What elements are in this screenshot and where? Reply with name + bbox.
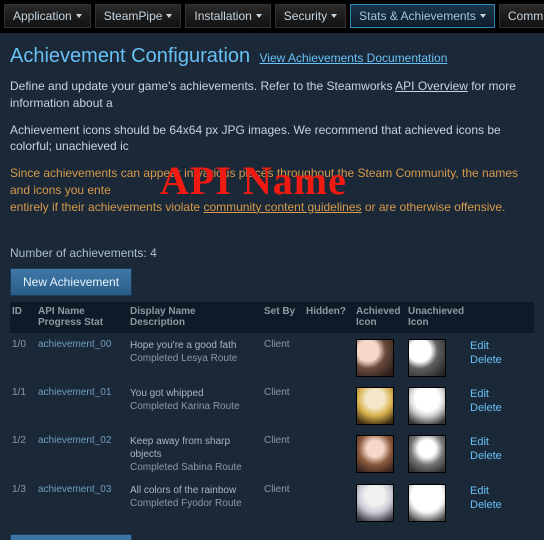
cell-setby: Client	[264, 339, 302, 350]
tab-label: Application	[13, 9, 72, 23]
caret-down-icon	[256, 14, 262, 18]
tab-stats-achievements[interactable]: Stats & Achievements	[350, 4, 495, 28]
description: Completed Lesya Route	[130, 353, 237, 364]
caret-down-icon	[76, 14, 82, 18]
table-header: ID API Name Progress Stat Display Name D…	[10, 302, 534, 333]
cell-display: All colors of the rainbow Completed Fyod…	[130, 484, 260, 510]
table-row: 1/3 achievement_03 All colors of the rai…	[10, 478, 534, 526]
edit-link[interactable]: Edit	[470, 484, 518, 498]
cell-actions: Edit Delete	[470, 387, 518, 416]
intro-paragraph-1: Define and update your game's achievemen…	[10, 78, 534, 112]
cell-actions: Edit Delete	[470, 339, 518, 368]
display-name: All colors of the rainbow	[130, 485, 236, 496]
top-tabs: Application SteamPipe Installation Secur…	[0, 0, 544, 33]
cell-api-name: achievement_00	[38, 339, 126, 350]
cell-setby: Client	[264, 484, 302, 495]
count-label: Number of achievements:	[10, 246, 150, 260]
caret-down-icon	[331, 14, 337, 18]
tab-label: SteamPipe	[104, 9, 163, 23]
display-name: You got whipped	[130, 388, 204, 399]
achieved-icon	[356, 339, 394, 377]
cell-actions: Edit Delete	[470, 484, 518, 513]
api-overview-link[interactable]: API Overview	[395, 79, 468, 93]
table-row: 1/0 achievement_00 Hope you're a good fa…	[10, 333, 534, 381]
tab-community[interactable]: Community	[499, 4, 544, 28]
title-row: Achievement Configuration View Achieveme…	[10, 45, 534, 68]
table-row: 1/2 achievement_02 Keep away from sharp …	[10, 429, 534, 478]
unachieved-icon	[408, 339, 446, 377]
display-name: Hope you're a good fath	[130, 340, 236, 351]
new-achievement-button-bottom[interactable]: New Achievement	[10, 534, 132, 540]
cell-id: 1/0	[12, 339, 34, 350]
table-row: 1/1 achievement_01 You got whipped Compl…	[10, 381, 534, 429]
caret-down-icon	[166, 14, 172, 18]
cell-id: 1/3	[12, 484, 34, 495]
description: Completed Sabina Route	[130, 462, 242, 473]
warning-paragraph: Since achievements can appear in various…	[10, 165, 534, 215]
achieved-icon	[356, 435, 394, 473]
tab-application[interactable]: Application	[4, 4, 91, 28]
tab-security[interactable]: Security	[275, 4, 346, 28]
unachieved-icon	[408, 484, 446, 522]
tab-label: Community	[508, 9, 544, 23]
description: Completed Fyodor Route	[130, 498, 242, 509]
achievement-count: Number of achievements: 4	[10, 246, 534, 260]
caret-down-icon	[480, 14, 486, 18]
page-title: Achievement Configuration	[10, 45, 250, 67]
tab-label: Installation	[194, 9, 251, 23]
community-guidelines-link[interactable]: community content guidelines	[203, 200, 361, 214]
cell-setby: Client	[264, 387, 302, 398]
edit-link[interactable]: Edit	[470, 435, 518, 449]
count-value: 4	[150, 246, 157, 260]
achieved-icon	[356, 387, 394, 425]
edit-link[interactable]: Edit	[470, 339, 518, 353]
tab-installation[interactable]: Installation	[185, 4, 270, 28]
cell-id: 1/1	[12, 387, 34, 398]
unachieved-icon	[408, 435, 446, 473]
unachieved-icon	[408, 387, 446, 425]
col-unachieved-icon: Unachieved Icon	[408, 306, 466, 329]
text: entirely if their achievements violate	[10, 200, 203, 214]
col-display: Display Name Description	[130, 306, 260, 329]
tab-label: Stats & Achievements	[359, 9, 476, 23]
col-id: ID	[12, 306, 34, 318]
new-achievement-button-top[interactable]: New Achievement	[10, 268, 132, 296]
intro-paragraph-2: Achievement icons should be 64x64 px JPG…	[10, 122, 534, 156]
text: Since achievements can appear in various…	[10, 166, 518, 197]
cell-api-name: achievement_01	[38, 387, 126, 398]
cell-display: Keep away from sharp objects Completed S…	[130, 435, 260, 474]
content-area: Achievement Configuration View Achieveme…	[0, 33, 544, 540]
description: Completed Karina Route	[130, 401, 240, 412]
view-docs-link[interactable]: View Achievements Documentation	[259, 51, 447, 65]
tab-label: Security	[284, 9, 327, 23]
cell-display: You got whipped Completed Karina Route	[130, 387, 260, 413]
col-hidden: Hidden?	[306, 306, 352, 318]
delete-link[interactable]: Delete	[470, 498, 518, 512]
achieved-icon	[356, 484, 394, 522]
tab-steampipe[interactable]: SteamPipe	[95, 4, 182, 28]
delete-link[interactable]: Delete	[470, 449, 518, 463]
cell-id: 1/2	[12, 435, 34, 446]
col-achieved-icon: Achieved Icon	[356, 306, 404, 329]
delete-link[interactable]: Delete	[470, 353, 518, 367]
text: Define and update your game's achievemen…	[10, 79, 395, 93]
text: or are otherwise offensive.	[362, 200, 506, 214]
cell-display: Hope you're a good fath Completed Lesya …	[130, 339, 260, 365]
edit-link[interactable]: Edit	[470, 387, 518, 401]
cell-actions: Edit Delete	[470, 435, 518, 464]
col-setby: Set By	[264, 306, 302, 318]
display-name: Keep away from sharp objects	[130, 436, 230, 460]
cell-setby: Client	[264, 435, 302, 446]
cell-api-name: achievement_02	[38, 435, 126, 446]
cell-api-name: achievement_03	[38, 484, 126, 495]
delete-link[interactable]: Delete	[470, 401, 518, 415]
col-api: API Name Progress Stat	[38, 306, 126, 329]
achievements-table: ID API Name Progress Stat Display Name D…	[10, 302, 534, 526]
